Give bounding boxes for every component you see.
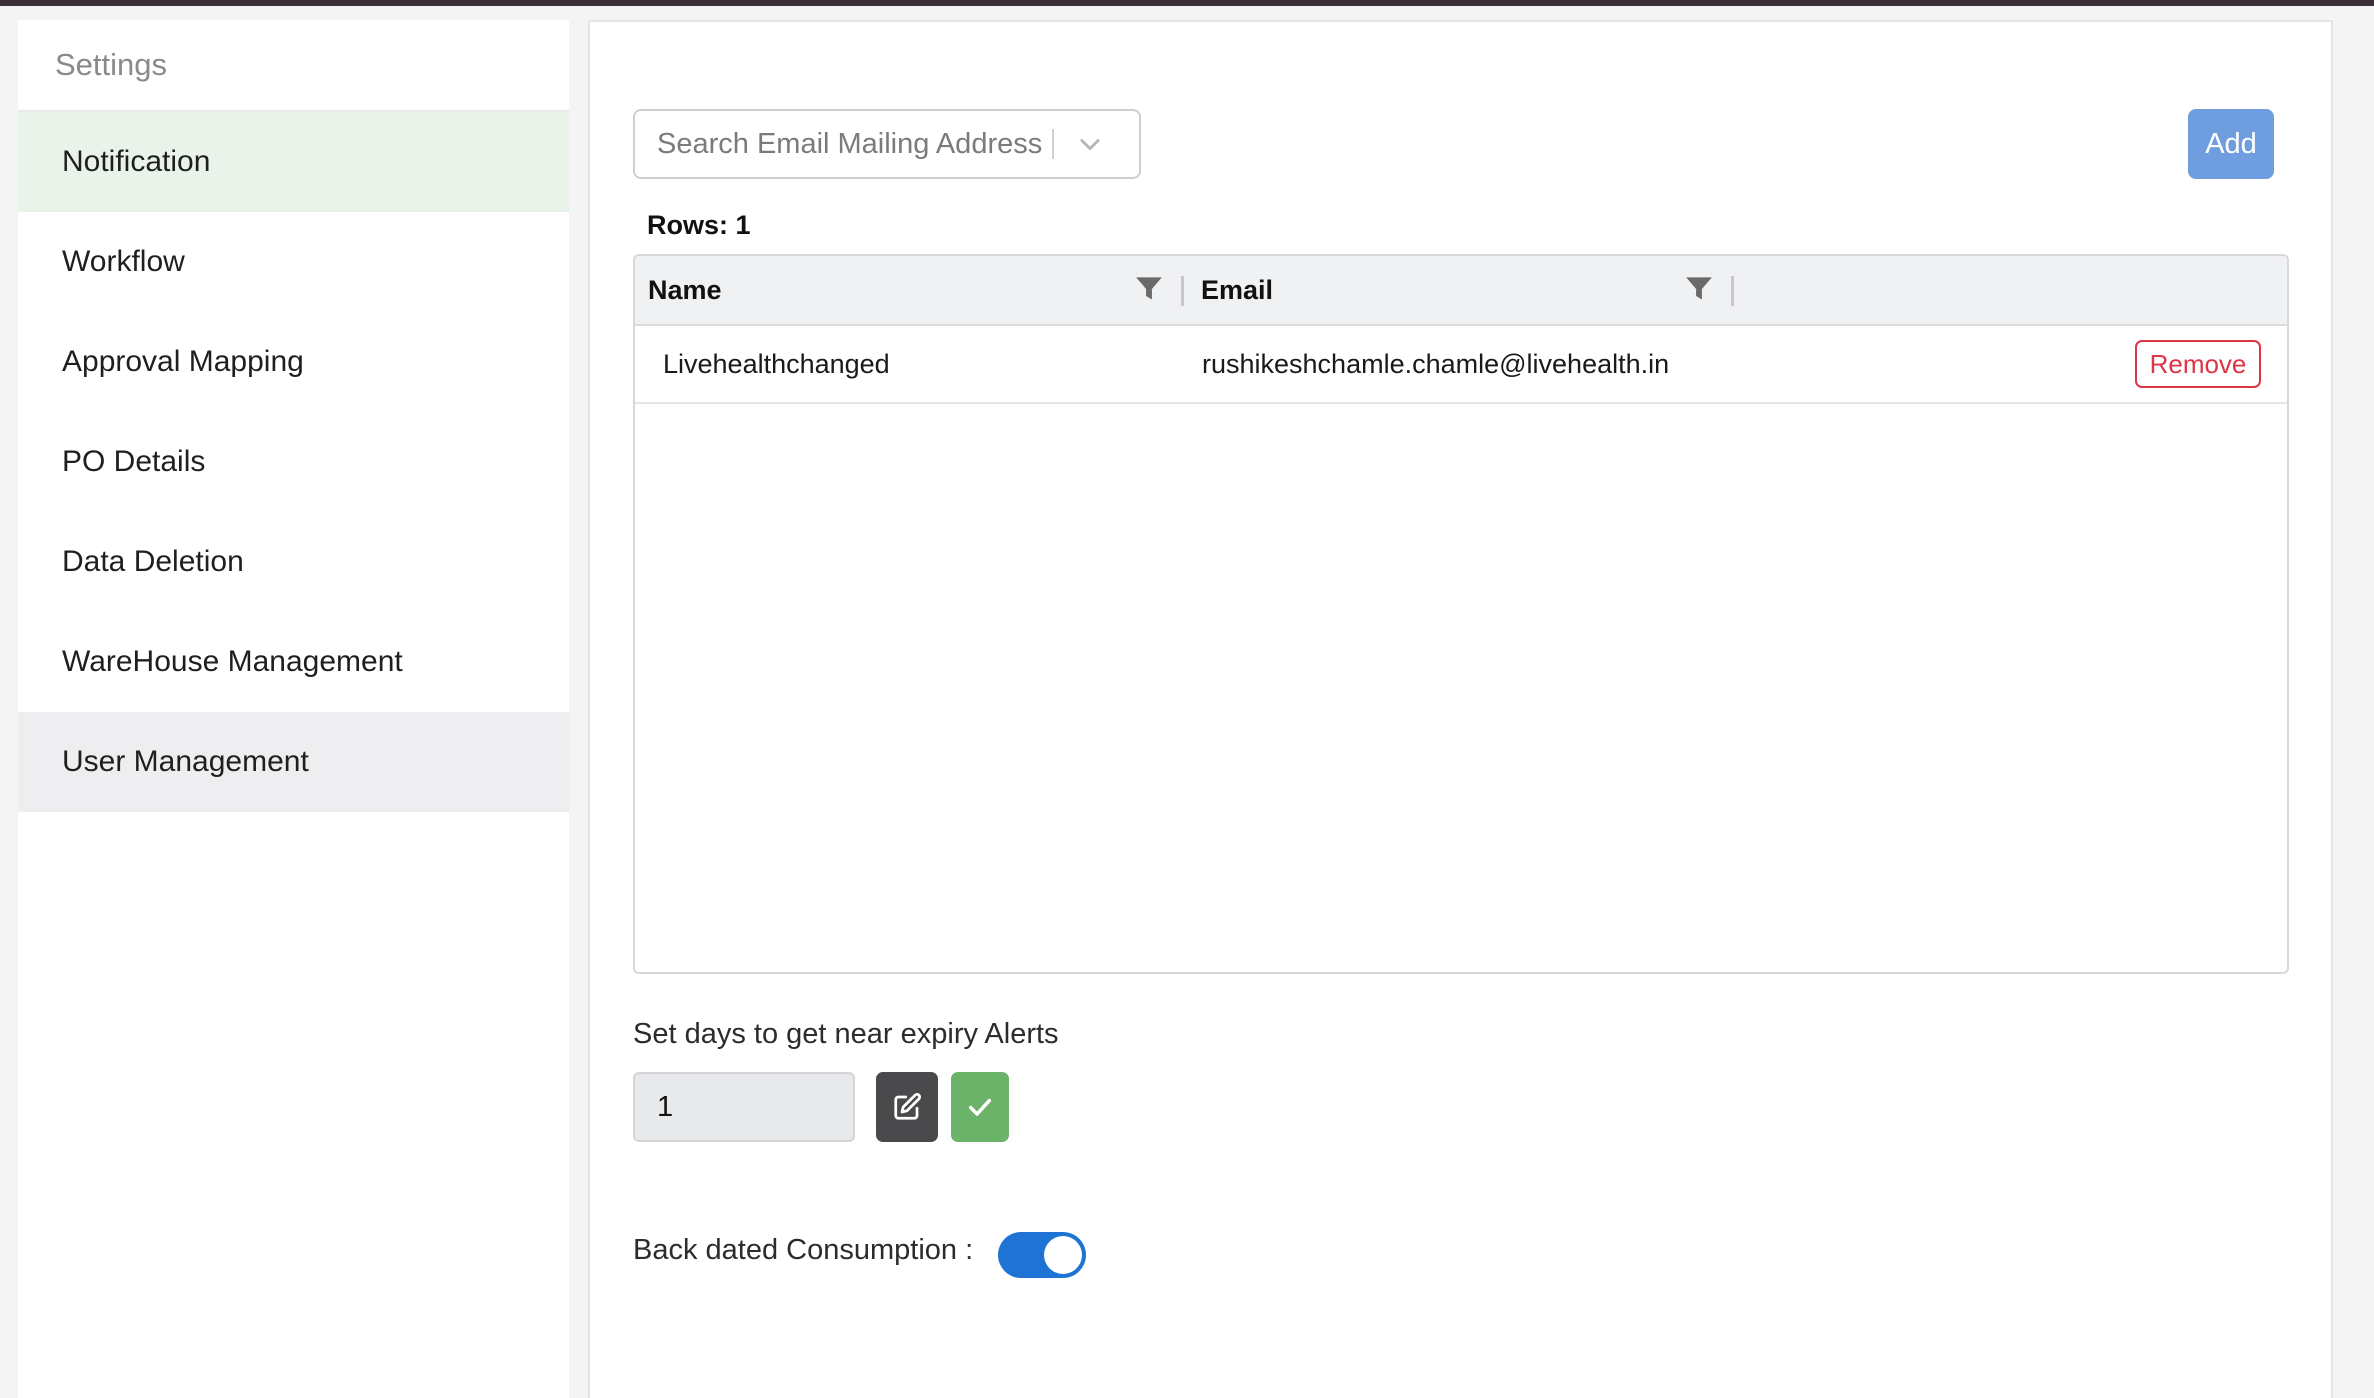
column-resize-handle[interactable] — [1181, 276, 1184, 306]
sidebar-item-approval-mapping[interactable]: Approval Mapping — [18, 312, 569, 412]
filter-icon[interactable] — [1135, 276, 1163, 302]
backdated-consumption-label: Back dated Consumption : — [633, 1234, 974, 1266]
sidebar-item-label: User Management — [62, 745, 309, 778]
sidebar-item-user-management[interactable]: User Management — [18, 712, 569, 812]
rows-count: Rows: 1 — [647, 210, 751, 240]
sidebar-item-warehouse-management[interactable]: WareHouse Management — [18, 612, 569, 712]
sidebar-item-notification[interactable]: Notification — [18, 112, 569, 212]
email-table: Name Email Livehealthchanged rushikeshch… — [633, 254, 2289, 974]
sidebar-item-data-deletion[interactable]: Data Deletion — [18, 512, 569, 612]
sidebar-item-label: WareHouse Management — [62, 645, 403, 678]
cell-name: Livehealthchanged — [663, 348, 890, 379]
sidebar-item-label: Approval Mapping — [62, 345, 304, 378]
confirm-button[interactable] — [951, 1072, 1009, 1142]
expiry-days-label: Set days to get near expiry Alerts — [633, 1018, 1059, 1050]
notification-panel: Search Email Mailing Address Add Rows: 1… — [588, 20, 2333, 1398]
sidebar-item-label: PO Details — [62, 445, 206, 478]
filter-icon[interactable] — [1685, 276, 1713, 302]
column-header-name[interactable]: Name — [648, 256, 722, 324]
sidebar-item-po-details[interactable]: PO Details — [18, 412, 569, 512]
sidebar-title: Settings — [18, 20, 569, 112]
chevron-down-icon[interactable] — [1076, 130, 1104, 158]
add-button[interactable]: Add — [2188, 109, 2274, 179]
table-row: Livehealthchanged rushikeshchamle.chamle… — [635, 326, 2287, 404]
check-icon — [968, 1098, 992, 1116]
expiry-days-input[interactable]: 1 — [633, 1072, 855, 1142]
edit-button[interactable] — [876, 1072, 938, 1142]
sidebar-item-label: Data Deletion — [62, 545, 244, 578]
table-header: Name Email — [635, 256, 2287, 326]
column-resize-handle[interactable] — [1731, 276, 1734, 306]
sidebar-item-label: Workflow — [62, 245, 185, 278]
cell-email: rushikeshchamle.chamle@livehealth.in — [1202, 348, 1670, 379]
search-email-select[interactable]: Search Email Mailing Address — [633, 109, 1141, 179]
select-separator — [1052, 129, 1055, 159]
backdated-consumption-toggle[interactable] — [998, 1232, 1086, 1278]
top-strip — [0, 0, 2374, 6]
toggle-knob — [1044, 1236, 1082, 1274]
remove-button[interactable]: Remove — [2135, 340, 2261, 388]
edit-icon — [894, 1092, 922, 1120]
sidebar-item-workflow[interactable]: Workflow — [18, 212, 569, 312]
column-header-email[interactable]: Email — [1201, 256, 1273, 324]
search-placeholder: Search Email Mailing Address — [657, 127, 1043, 160]
settings-sidebar: Settings Notification Workflow Approval … — [18, 20, 569, 1398]
sidebar-item-label: Notification — [62, 145, 211, 178]
